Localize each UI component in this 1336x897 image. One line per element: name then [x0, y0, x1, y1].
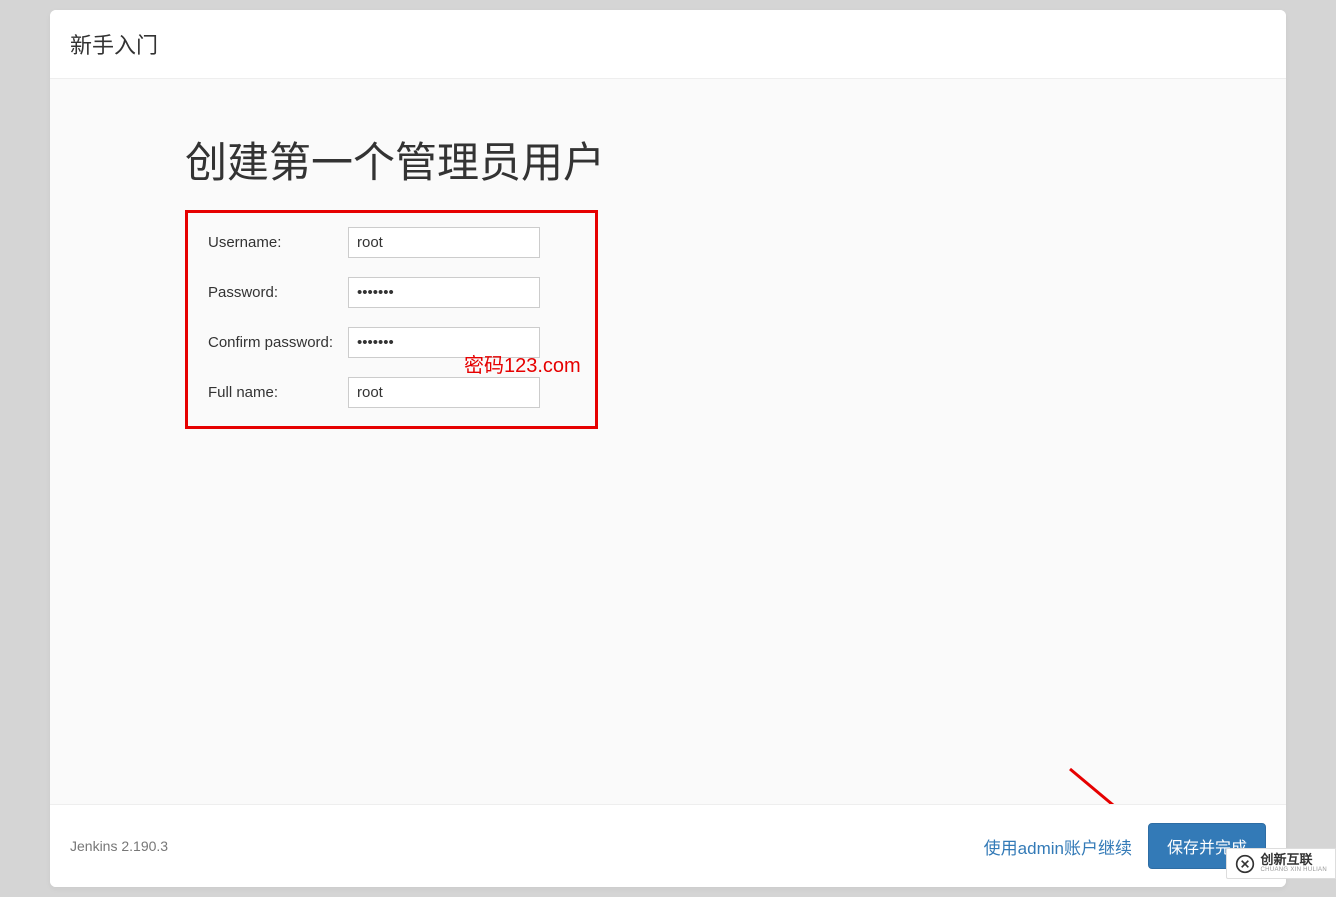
setup-dialog: 新手入门 创建第一个管理员用户 Username: Password: Conf…	[50, 10, 1286, 887]
dialog-title: 新手入门	[70, 28, 1266, 60]
password-input[interactable]	[348, 277, 540, 308]
version-label: Jenkins 2.190.3	[70, 838, 168, 854]
full-name-label: Full name:	[208, 384, 348, 401]
username-row: Username:	[208, 226, 575, 258]
full-name-input[interactable]	[348, 377, 540, 408]
dialog-header: 新手入门	[50, 10, 1286, 79]
page-heading: 创建第一个管理员用户	[185, 129, 1286, 190]
username-label: Username:	[208, 234, 348, 251]
arrow-annotation	[1060, 759, 1260, 804]
watermark-text-sub: CHUANG XIN HULIAN	[1261, 867, 1327, 874]
content-area: 创建第一个管理员用户 Username: Password: Confirm p…	[50, 79, 1286, 429]
password-label: Password:	[208, 284, 348, 301]
password-row: Password:	[208, 276, 575, 308]
password-hint-annotation: 密码123.com	[464, 349, 581, 378]
watermark-logo-icon	[1235, 854, 1255, 874]
watermark-text-main: 创新互联	[1261, 853, 1327, 867]
dialog-body: 创建第一个管理员用户 Username: Password: Confirm p…	[50, 79, 1286, 804]
username-input[interactable]	[348, 227, 540, 258]
form-highlight-box: Username: Password: Confirm password: Fu…	[185, 210, 598, 429]
dialog-footer: Jenkins 2.190.3 使用admin账户继续 保存并完成	[50, 804, 1286, 887]
continue-as-admin-link[interactable]: 使用admin账户继续	[984, 834, 1132, 859]
confirm-password-label: Confirm password:	[208, 334, 348, 351]
watermark: 创新互联 CHUANG XIN HULIAN	[1226, 848, 1336, 879]
full-name-row: Full name:	[208, 376, 575, 408]
